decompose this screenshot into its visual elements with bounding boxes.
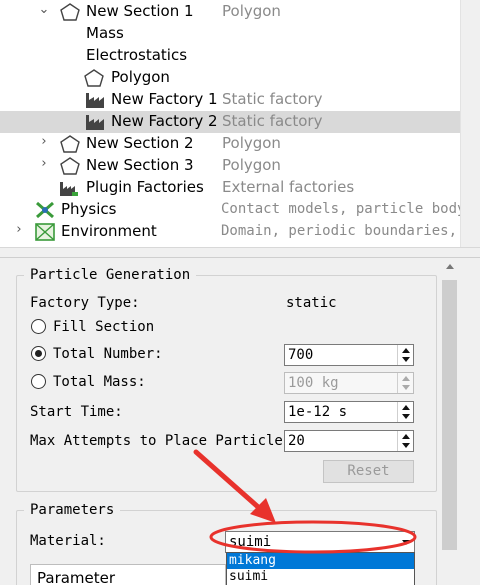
polygon-icon	[84, 69, 104, 87]
material-options-list[interactable]: mikang suimi	[226, 552, 415, 585]
tree-item-desc: Static factory	[222, 112, 323, 130]
tree-item-physics[interactable]: Physics Contact models, particle body-	[0, 199, 460, 221]
total-number-spinbox[interactable]: 700	[284, 344, 414, 366]
total-mass-spinbox: 100 kg	[284, 372, 414, 394]
scrollbar-thumb[interactable]	[442, 280, 457, 550]
tree-item-desc: External factories	[222, 178, 355, 196]
polygon-icon	[60, 157, 80, 175]
tree-scrollbar[interactable]	[460, 0, 480, 247]
total-mass-label[interactable]: Total Mass:	[53, 374, 146, 390]
total-number-label[interactable]: Total Number:	[53, 346, 163, 362]
spin-up-icon	[402, 376, 410, 381]
chevron-down-icon[interactable]: ⌄	[37, 2, 51, 17]
start-time-value[interactable]: 1e-12 s	[288, 404, 347, 420]
tree-item-label: New Factory 1	[111, 90, 218, 108]
tree-item-desc-clip: Contact models, particle body-	[221, 199, 460, 221]
chevron-right-icon[interactable]: ›	[37, 134, 51, 149]
physics-icon	[36, 201, 54, 219]
tree-item-label: Electrostatics	[86, 46, 188, 64]
spin-up-icon[interactable]	[402, 348, 410, 353]
tree-item-new-factory-2[interactable]: New Factory 2 Static factory	[0, 111, 460, 133]
polygon-icon	[60, 135, 80, 153]
tree-item-desc: Contact models, particle body-	[221, 201, 460, 217]
tree-item-polygon[interactable]: Polygon	[0, 67, 460, 89]
tree-item-label: Mass	[86, 24, 124, 42]
spinbox-arrows[interactable]	[397, 402, 413, 422]
tree-item-label: Environment	[61, 222, 157, 240]
tree-item-label: New Section 2	[86, 134, 194, 152]
particle-generation-title: Particle Generation	[24, 267, 197, 283]
total-number-value[interactable]: 700	[288, 347, 313, 363]
chevron-right-icon[interactable]: ›	[12, 222, 26, 237]
tree-item-desc: Polygon	[222, 156, 281, 174]
spinbox-arrows	[397, 373, 413, 393]
total-mass-value: 100 kg	[288, 375, 339, 391]
tree-item-new-section-3[interactable]: › New Section 3 Polygon	[0, 155, 460, 177]
tree-item-electrostatics[interactable]: Electrostatics	[0, 45, 460, 67]
tree-item-new-section-2[interactable]: › New Section 2 Polygon	[0, 133, 460, 155]
max-attempts-value[interactable]: 20	[288, 433, 305, 449]
parameters-title: Parameters	[24, 502, 121, 518]
tree-item-desc-clip: Domain, periodic boundaries, t	[221, 221, 460, 243]
tree-item-label: New Section 1	[86, 2, 194, 20]
material-label: Material:	[30, 533, 106, 549]
parameter-column-header[interactable]: Parameter	[37, 569, 115, 585]
factory-icon	[86, 93, 104, 108]
tree-item-desc: Polygon	[222, 2, 281, 20]
factory-type-label: Factory Type:	[30, 295, 140, 311]
max-attempts-label: Max Attempts to Place Particle:	[30, 433, 292, 449]
max-attempts-spinbox[interactable]: 20	[284, 430, 414, 452]
fill-section-radio[interactable]	[31, 319, 46, 334]
tree-item-new-factory-1[interactable]: New Factory 1 Static factory	[0, 89, 460, 111]
spin-down-icon[interactable]	[402, 414, 410, 419]
material-dropdown[interactable]: suimi	[225, 531, 415, 553]
tree-item-desc: Domain, periodic boundaries, t	[221, 223, 460, 239]
properties-panel: Particle Generation Factory Type: static…	[0, 257, 480, 585]
model-tree: ⌄ New Section 1 Polygon Mass Electrostat…	[0, 0, 480, 247]
spin-up-icon[interactable]	[402, 434, 410, 439]
tree-item-label: Physics	[61, 200, 117, 218]
tree-item-new-section-1[interactable]: ⌄ New Section 1 Polygon	[0, 1, 460, 23]
reset-button[interactable]: Reset	[323, 460, 414, 483]
tree-item-label: Polygon	[111, 68, 170, 86]
chevron-right-icon[interactable]: ›	[37, 156, 51, 171]
material-option-suimi[interactable]: suimi	[227, 569, 414, 585]
scroll-up-icon[interactable]	[446, 264, 454, 269]
tree-item-desc: Polygon	[222, 134, 281, 152]
environment-icon	[35, 223, 55, 241]
tree-item-label: New Factory 2	[111, 112, 218, 130]
spin-down-icon	[402, 385, 410, 390]
start-time-spinbox[interactable]: 1e-12 s	[284, 401, 414, 423]
plugin-factory-icon	[60, 182, 78, 196]
material-selected-value[interactable]: suimi	[229, 534, 271, 550]
start-time-label: Start Time:	[30, 404, 123, 420]
spinbox-arrows[interactable]	[397, 431, 413, 451]
pane-splitter[interactable]	[0, 247, 480, 257]
spin-up-icon[interactable]	[402, 405, 410, 410]
total-mass-radio[interactable]	[31, 374, 46, 389]
polygon-icon	[60, 3, 80, 21]
spin-down-icon[interactable]	[402, 443, 410, 448]
parameter-table[interactable]: Parameter	[30, 564, 226, 585]
material-option-mikang[interactable]: mikang	[227, 553, 414, 569]
total-number-radio[interactable]	[31, 346, 46, 361]
tree-item-environment[interactable]: › Environment Domain, periodic boundarie…	[0, 221, 460, 243]
chevron-down-icon[interactable]	[402, 540, 410, 545]
tree-item-desc: Static factory	[222, 90, 323, 108]
factory-icon	[86, 115, 104, 130]
factory-type-value: static	[286, 295, 337, 311]
spinbox-arrows[interactable]	[397, 345, 413, 365]
properties-scrollbar[interactable]	[440, 258, 460, 585]
tree-item-plugin-factories[interactable]: Plugin Factories External factories	[0, 177, 460, 199]
tree-item-mass[interactable]: Mass	[0, 23, 460, 45]
tree-item-label: Plugin Factories	[86, 178, 204, 196]
spin-down-icon[interactable]	[402, 357, 410, 362]
fill-section-label[interactable]: Fill Section	[53, 319, 154, 335]
tree-item-label: New Section 3	[86, 156, 194, 174]
